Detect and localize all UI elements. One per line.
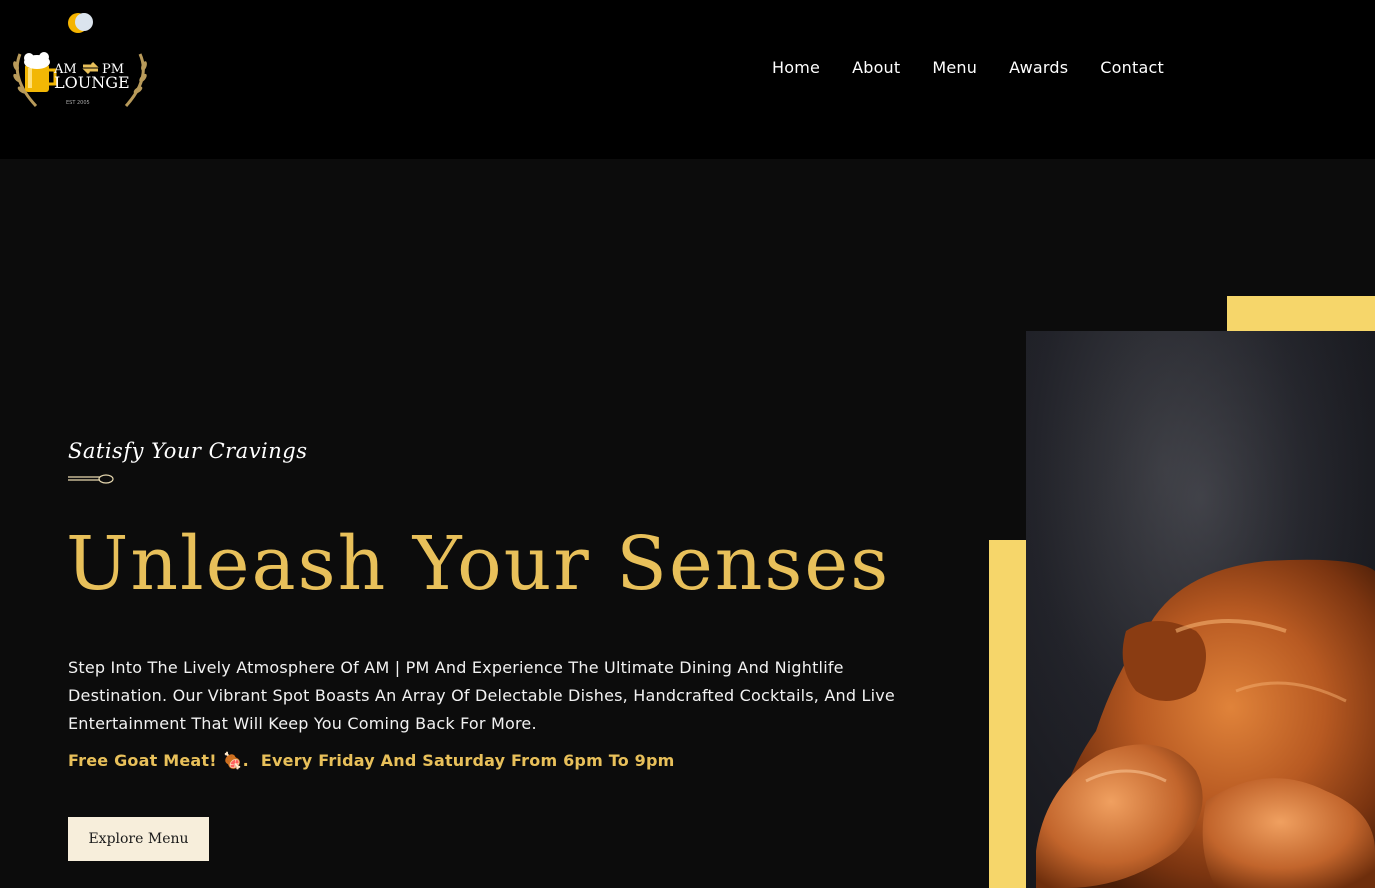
accent-bar-top [1227,296,1375,331]
hero-headline: Unleash Your Senses [66,521,891,607]
nav-about[interactable]: About [852,57,900,79]
hero-subtitle: Satisfy Your Cravings [68,439,308,463]
roast-chicken-image [1026,331,1375,888]
hero-description: Step Into The Lively Atmosphere Of AM | … [68,658,895,733]
logo[interactable]: AM PM LOUNGE EST 2005 [8,6,153,112]
accent-bar-left [989,540,1026,888]
hero-food-image [1026,331,1375,888]
svg-text:EST 2005: EST 2005 [66,100,90,106]
logo-graphic: AM PM LOUNGE EST 2005 [13,13,147,108]
explore-menu-button[interactable]: Explore Menu [68,817,209,861]
nav-home[interactable]: Home [772,57,820,79]
moon-icon [75,13,93,31]
promo-text: Free Goat Meat! 🍖. Every Friday And Satur… [68,749,675,773]
nav-contact[interactable]: Contact [1100,57,1164,79]
promo-offer: Free Goat Meat! 🍖. [68,751,249,770]
nav-awards[interactable]: Awards [1009,57,1068,79]
nav-menu[interactable]: Menu [932,57,977,79]
spoon-icon [68,474,114,484]
site-header: AM PM LOUNGE EST 2005 Home About Menu Aw… [0,0,1375,159]
promo-schedule: Every Friday And Saturday From 6pm To 9p… [260,751,675,770]
svg-text:LOUNGE: LOUNGE [54,73,130,92]
main-nav: Home About Menu Awards Contact [772,57,1164,79]
